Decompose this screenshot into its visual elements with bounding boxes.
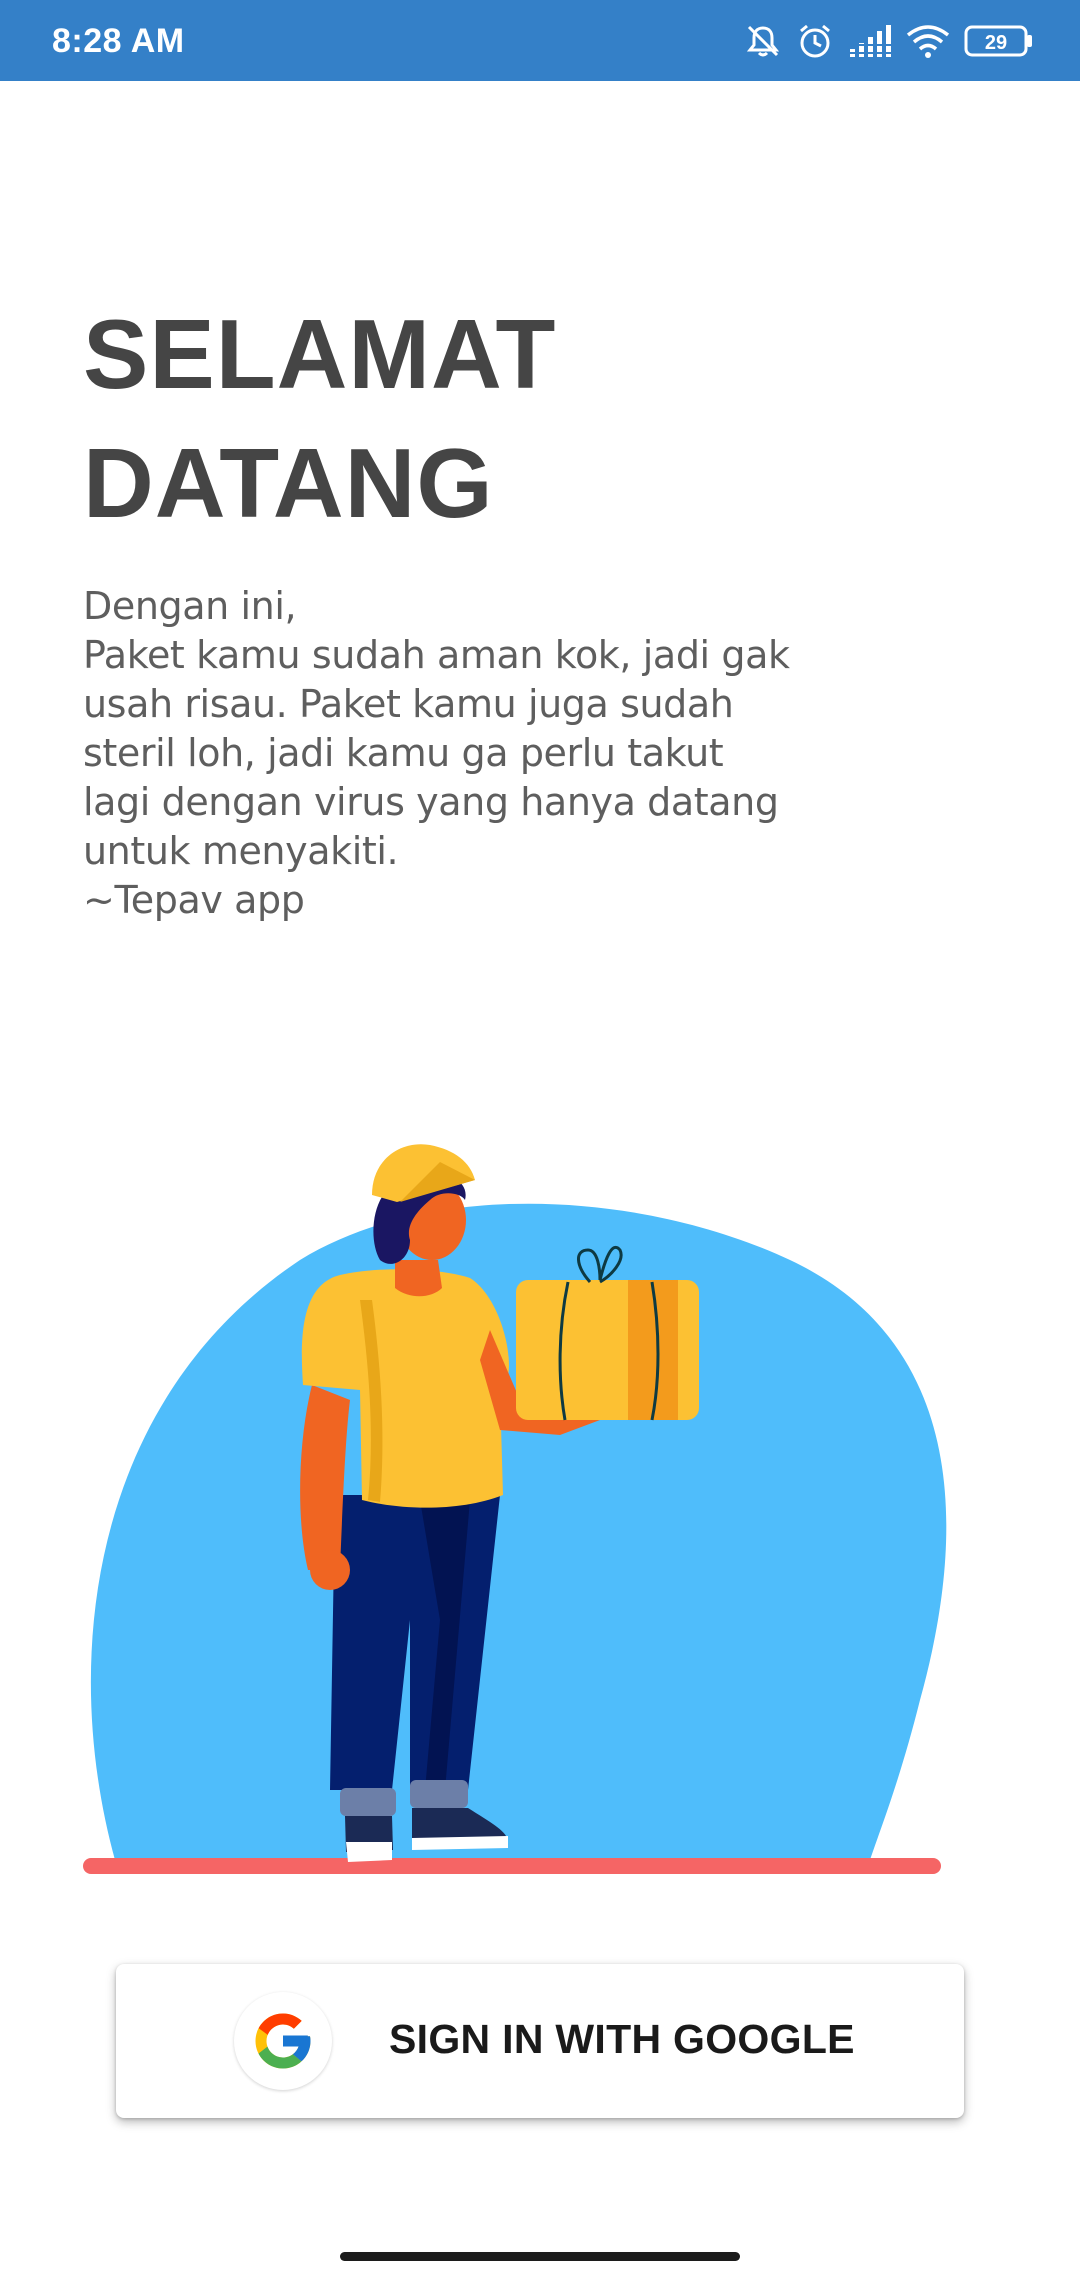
title-line: DATANG — [83, 428, 494, 538]
welcome-message: Dengan ini, Paket kamu sudah aman kok, j… — [83, 582, 903, 925]
message-line: Dengan ini, — [83, 584, 297, 628]
home-indicator[interactable] — [340, 2252, 740, 2261]
message-line: Paket kamu sudah aman kok, jadi gak — [83, 633, 790, 677]
message-signature: ~Tepav app — [83, 878, 305, 922]
page-title: SELAMAT DATANG — [83, 290, 883, 548]
status-time: 8:28 AM — [52, 22, 185, 60]
signal-icon — [850, 25, 891, 57]
message-line: steril loh, jadi kamu ga perlu takut — [83, 731, 724, 775]
title-line: SELAMAT — [83, 299, 557, 409]
status-bar: 8:28 AM 29 — [0, 0, 1080, 81]
status-icons: 29 — [744, 20, 1034, 62]
google-icon — [255, 2013, 311, 2069]
battery-icon: 29 — [964, 25, 1032, 57]
alarm-icon — [800, 24, 830, 58]
battery-level: 29 — [985, 32, 1007, 54]
google-sign-in-button[interactable]: SIGN IN WITH GOOGLE — [116, 1964, 964, 2118]
mute-icon — [746, 25, 780, 57]
message-line: untuk menyakiti. — [83, 829, 399, 873]
illustration-ground — [83, 1858, 941, 1874]
courier-illustration — [83, 1144, 947, 1874]
message-line: lagi dengan virus yang hanya datang — [83, 780, 779, 824]
message-line: usah risau. Paket kamu juga sudah — [83, 682, 734, 726]
wifi-icon — [906, 25, 950, 58]
google-sign-in-label: SIGN IN WITH GOOGLE — [389, 2016, 855, 2062]
google-logo — [234, 1992, 332, 2090]
